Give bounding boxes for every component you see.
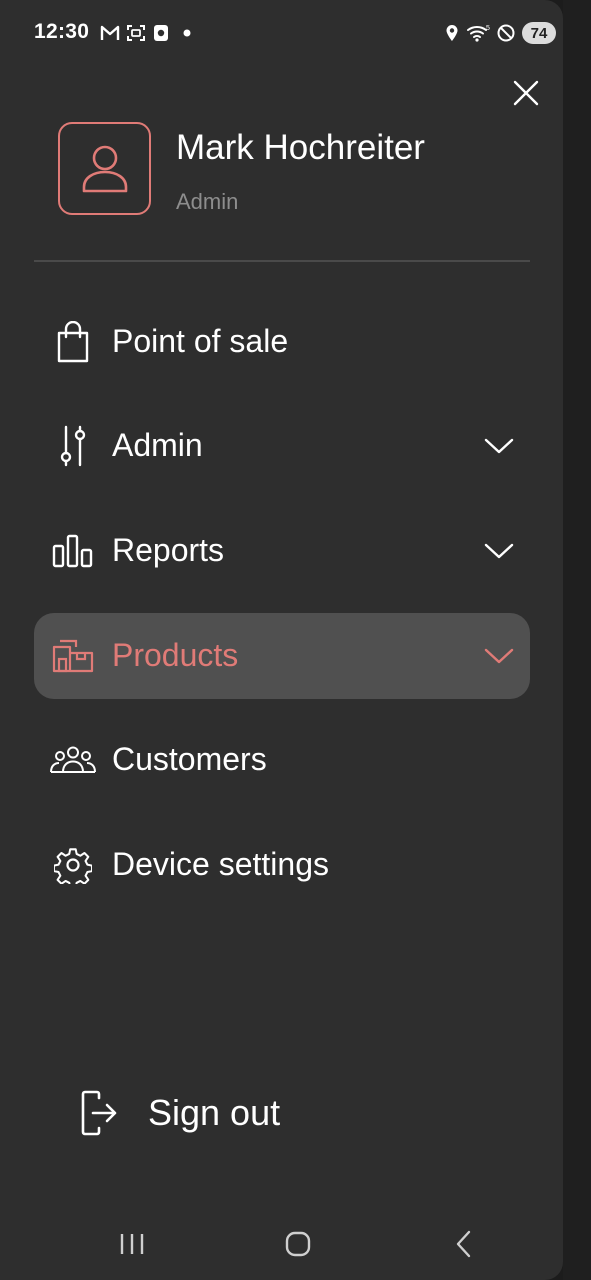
recent-apps-icon <box>120 1234 144 1254</box>
divider <box>34 260 530 262</box>
menu-item-label: Customers <box>112 741 267 777</box>
menu-item-label: Products <box>112 637 239 673</box>
menu-item-admin[interactable]: Admin <box>34 403 530 489</box>
sign-out-label: Sign out <box>148 1092 281 1133</box>
app-notification-icon <box>152 22 170 44</box>
wifi-icon: 5 <box>466 22 492 44</box>
back-button[interactable] <box>436 1222 492 1266</box>
location-icon <box>444 22 460 44</box>
avatar[interactable] <box>58 122 151 215</box>
menu-item-label: Device settings <box>112 846 329 882</box>
gmail-icon <box>100 22 120 44</box>
menu-item-label: Reports <box>112 532 225 568</box>
bar-chart-icon <box>50 528 96 574</box>
close-drawer-button[interactable] <box>508 75 544 111</box>
user-role: Admin <box>176 189 239 214</box>
do-not-disturb-icon <box>496 22 516 44</box>
menu-item-customers[interactable]: Customers <box>34 717 530 803</box>
chevron-down-icon[interactable] <box>482 639 516 673</box>
home-button[interactable] <box>270 1222 326 1266</box>
gear-icon <box>50 842 96 888</box>
menu-item-reports[interactable]: Reports <box>34 508 530 594</box>
sign-out-icon <box>74 1088 120 1138</box>
home-icon <box>285 1231 311 1257</box>
back-icon <box>456 1230 471 1258</box>
status-bar: 12:30 5 74 <box>0 0 563 66</box>
recent-apps-button[interactable] <box>104 1222 160 1266</box>
screenshot-icon <box>125 22 147 44</box>
menu-item-point-of-sale[interactable]: Point of sale <box>34 299 530 385</box>
screen: 12:30 5 74 Mark Hochreiter Admin Point o… <box>0 0 591 1280</box>
user-name: Mark Hochreiter <box>176 128 425 167</box>
dot-icon <box>181 22 193 44</box>
products-box-icon <box>50 633 96 679</box>
battery-indicator: 74 <box>522 22 556 44</box>
sign-out-button[interactable]: Sign out <box>74 1082 374 1146</box>
background-content <box>563 0 591 1280</box>
sliders-icon <box>50 423 96 469</box>
menu-item-label: Point of sale <box>112 323 289 359</box>
status-time: 12:30 <box>34 20 90 43</box>
svg-text:5: 5 <box>486 25 490 32</box>
menu-item-products[interactable]: Products <box>34 613 530 699</box>
menu-item-label: Admin <box>112 427 203 463</box>
chevron-down-icon[interactable] <box>482 534 516 568</box>
chevron-down-icon[interactable] <box>482 429 516 463</box>
user-icon <box>82 145 127 192</box>
close-icon <box>513 80 539 106</box>
shopping-bag-icon <box>50 319 96 365</box>
navigation-drawer: 12:30 5 74 Mark Hochreiter Admin Point o… <box>0 0 563 1280</box>
users-icon <box>50 737 96 783</box>
menu-item-device-settings[interactable]: Device settings <box>34 822 530 908</box>
